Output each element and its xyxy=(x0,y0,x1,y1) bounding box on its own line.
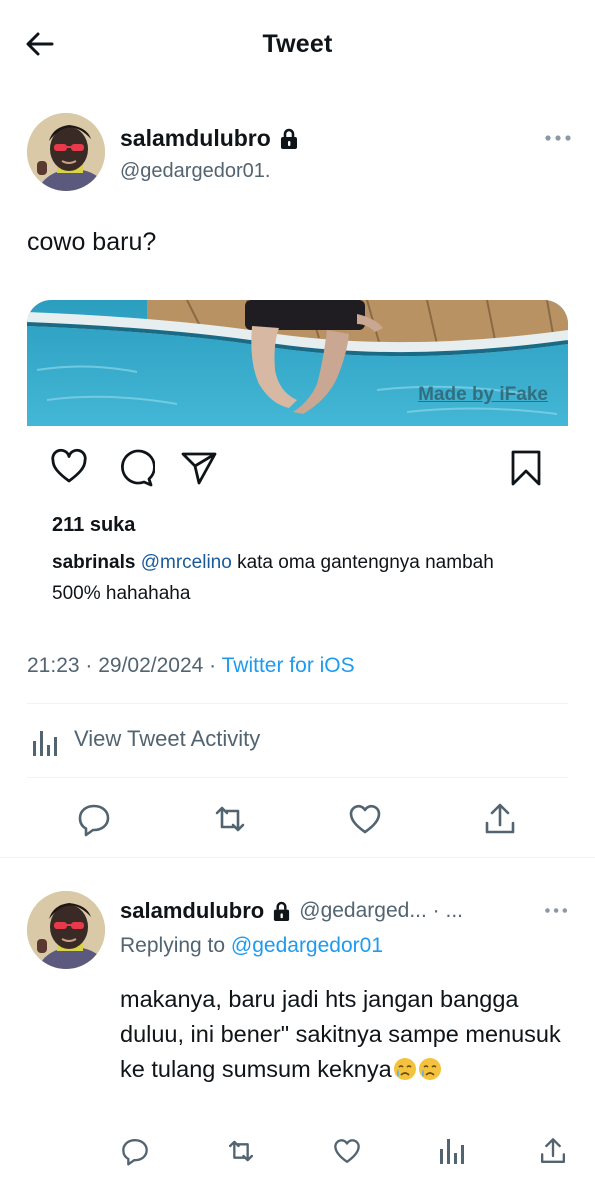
reply-more-options-icon[interactable] xyxy=(544,906,574,916)
replying-to-handle[interactable]: @gedargedor01 xyxy=(231,934,383,957)
caption-mention: @mrcelino xyxy=(140,552,232,573)
meta-separator: · xyxy=(203,654,222,677)
caption-user: sabrinals xyxy=(52,552,136,573)
avatar[interactable] xyxy=(27,113,105,191)
like-heart-icon[interactable] xyxy=(347,801,383,837)
divider xyxy=(27,703,568,704)
tweet-source[interactable]: Twitter for iOS xyxy=(222,654,355,677)
reply-avatar[interactable] xyxy=(27,891,105,969)
likes-count: 211 suka xyxy=(52,514,136,536)
comment-bubble-icon xyxy=(115,448,155,488)
crying-face-emoji xyxy=(393,1057,417,1081)
heart-outline-icon xyxy=(50,448,88,486)
more-options-icon[interactable] xyxy=(544,133,574,143)
tweet-text: cowo baru? xyxy=(27,228,157,256)
lock-icon xyxy=(279,128,299,150)
bar-chart-icon[interactable] xyxy=(31,729,61,757)
post-caption: sabrinals @mrcelino kata oma gantengnya … xyxy=(52,547,532,609)
crying-face-emoji xyxy=(418,1057,442,1081)
reply-share-icon[interactable] xyxy=(538,1136,568,1166)
reply-author-name[interactable]: salamdulubro xyxy=(120,898,264,924)
reply-like-icon[interactable] xyxy=(332,1136,362,1166)
reply-analytics-icon[interactable] xyxy=(438,1136,468,1166)
reply-author-handle[interactable]: @gedarged... · ... xyxy=(299,899,463,923)
view-tweet-activity-link[interactable]: View Tweet Activity xyxy=(74,726,260,752)
reply-icon[interactable] xyxy=(76,801,112,837)
tweet-meta: 21:23 · 29/02/2024 · Twitter for iOS xyxy=(27,654,355,678)
lock-icon xyxy=(272,901,291,922)
share-icon[interactable] xyxy=(482,801,518,837)
section-divider xyxy=(0,857,595,858)
paper-plane-icon xyxy=(180,449,218,487)
page-title: Tweet xyxy=(262,30,333,58)
reply-retweet-icon[interactable] xyxy=(226,1136,256,1166)
replying-to: Replying to @gedargedor01 xyxy=(120,934,383,958)
author-handle[interactable]: @gedargedor01. xyxy=(120,160,270,183)
author-name[interactable]: salamdulubro xyxy=(120,125,271,152)
tweet-timestamp[interactable]: 21:23 · 29/02/2024 xyxy=(27,654,203,677)
replying-prefix: Replying to xyxy=(120,934,231,957)
author-name-line: salamdulubro xyxy=(120,125,299,152)
tweet-photo[interactable]: Made by iFake xyxy=(27,300,568,426)
divider xyxy=(27,777,568,778)
bookmark-icon xyxy=(508,449,544,487)
reply-text: makanya, baru jadi hts jangan bangga dul… xyxy=(120,982,570,1087)
reply-author-line: salamdulubro @gedarged... · ... xyxy=(120,898,463,924)
watermark-text: Made by iFake xyxy=(418,384,548,405)
reply-reply-icon[interactable] xyxy=(120,1136,150,1166)
retweet-icon[interactable] xyxy=(212,801,248,837)
reply-text-body: makanya, baru jadi hts jangan bangga dul… xyxy=(120,986,561,1082)
